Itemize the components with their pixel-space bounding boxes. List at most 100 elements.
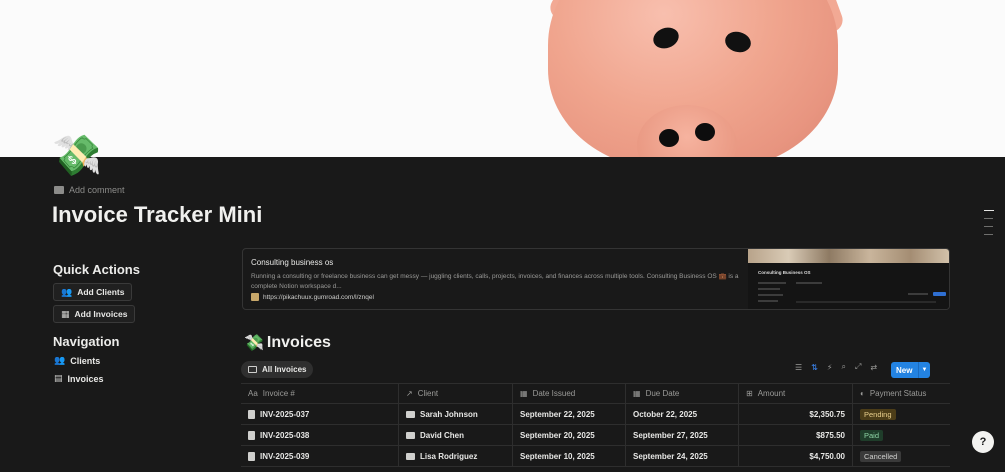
page-icon[interactable]: 💸 — [52, 132, 102, 180]
nav-item-clients[interactable]: 👥 Clients — [54, 355, 100, 366]
sort-icon[interactable]: ⇅ — [811, 363, 818, 372]
people-icon: 👥 — [54, 355, 66, 365]
client-name: Lisa Rodriguez — [420, 451, 478, 461]
database-title-text: Invoices — [266, 334, 331, 351]
add-invoices-button[interactable]: ▦ Add Invoices — [53, 305, 136, 323]
invoice-cell[interactable]: INV-2025-039 — [241, 446, 399, 466]
database-title[interactable]: 💸 Invoices — [244, 333, 331, 353]
view-tab-label: All Invoices — [262, 365, 307, 374]
bookmark-card[interactable]: Consulting business os Running a consult… — [242, 248, 950, 310]
client-cell[interactable]: Sarah Johnson — [399, 404, 513, 424]
preview-line — [908, 293, 928, 295]
preview-line — [758, 288, 780, 290]
invoice-cell[interactable]: INV-2025-038 — [241, 425, 399, 445]
table-row[interactable]: INV-2025-038 David Chen September 20, 20… — [241, 425, 950, 446]
client-name: David Chen — [420, 430, 465, 440]
invoices-table: Aa Invoice # ↗ Client ▦ Date Issued ▦ Due Da… — [241, 383, 950, 467]
chevron-down-icon[interactable]: ▼ — [918, 362, 930, 378]
column-header-label: Client — [417, 389, 439, 398]
new-button[interactable]: New ▼ — [891, 362, 930, 378]
status-badge: Cancelled — [860, 450, 902, 462]
column-header-label: Amount — [757, 389, 786, 398]
status-property-icon: ◐ — [860, 389, 865, 398]
date-property-icon: ▦ — [520, 389, 528, 398]
nav-item-clients-label: Clients — [70, 355, 101, 366]
date-issued-cell[interactable]: September 20, 2025 — [513, 425, 626, 445]
filter-icon[interactable]: ☰ — [795, 363, 802, 372]
cover-image — [0, 0, 1005, 157]
invoice-number: INV-2025-037 — [260, 409, 310, 419]
add-comment-button[interactable]: Add comment — [54, 185, 125, 195]
people-icon: 👥 — [61, 286, 73, 297]
date-issued-cell[interactable]: September 22, 2025 — [513, 404, 626, 424]
invoice-number: INV-2025-038 — [260, 430, 310, 440]
table-row[interactable]: INV-2025-037 Sarah Johnson September 22,… — [241, 404, 950, 425]
document-icon — [248, 409, 255, 419]
preview-title: Consulting Business OS — [758, 270, 811, 275]
column-header-invoice[interactable]: Aa Invoice # — [241, 384, 399, 403]
pig-nostril — [659, 129, 679, 147]
preview-line — [796, 301, 936, 303]
status-badge: Pending — [860, 408, 896, 420]
add-comment-label: Add comment — [69, 185, 125, 195]
client-cell[interactable]: David Chen — [399, 425, 513, 445]
search-icon[interactable]: ⌕ — [842, 362, 846, 372]
quick-actions-heading: Quick Actions — [53, 262, 140, 277]
invoice-number: INV-2025-039 — [260, 451, 310, 461]
document-icon — [248, 451, 255, 461]
calendar-icon: ▦ — [61, 308, 70, 319]
due-date-cell[interactable]: October 22, 2025 — [626, 404, 739, 424]
table-icon — [248, 366, 257, 373]
table-row[interactable]: INV-2025-039 Lisa Rodriguez September 10… — [241, 446, 950, 467]
preview-line — [758, 300, 778, 302]
status-cell[interactable]: Paid — [853, 425, 950, 445]
text-property-icon: Aa — [248, 389, 258, 398]
client-cell[interactable]: Lisa Rodriguez — [399, 446, 513, 466]
toc-marker[interactable] — [984, 226, 993, 227]
page-title[interactable]: Invoice Tracker Mini — [52, 202, 262, 228]
client-name: Sarah Johnson — [420, 409, 478, 419]
document-icon — [248, 430, 255, 440]
column-header-amount[interactable]: ⊞ Amount — [739, 384, 853, 403]
amount-cell[interactable]: $4,750.00 — [739, 446, 853, 466]
new-button-label: New — [896, 365, 913, 375]
date-issued-cell[interactable]: September 10, 2025 — [513, 446, 626, 466]
settings-icon[interactable]: ⇄ — [870, 363, 877, 372]
number-property-icon: ⊞ — [746, 389, 753, 398]
favicon-icon — [251, 293, 259, 301]
toc-marker[interactable] — [984, 210, 994, 211]
toc-marker[interactable] — [984, 218, 993, 219]
column-header-payment-status[interactable]: ◐ Payment Status — [853, 384, 950, 403]
preview-line — [796, 282, 822, 284]
column-header-label: Invoice # — [262, 389, 295, 398]
database-toolbar: ☰ ⇅ ⚡ ⌕ ⤢ ⇄ — [795, 362, 877, 372]
preview-line — [758, 282, 786, 284]
toc-marker[interactable] — [984, 234, 993, 235]
view-tab-all-invoices[interactable]: All Invoices — [241, 361, 314, 378]
table-of-contents-outline[interactable] — [984, 210, 994, 242]
automation-icon[interactable]: ⚡ — [827, 363, 833, 372]
status-badge: Paid — [860, 429, 884, 441]
nav-item-invoices[interactable]: ▤ Invoices — [54, 373, 104, 384]
bookmark-url-text: https://pikachuux.gumroad.com/l/znqel — [263, 293, 374, 301]
help-button[interactable]: ? — [972, 431, 994, 453]
status-cell[interactable]: Pending — [853, 404, 950, 424]
amount-cell[interactable]: $875.50 — [739, 425, 853, 445]
due-date-cell[interactable]: September 27, 2025 — [626, 425, 739, 445]
expand-icon[interactable]: ⤢ — [855, 362, 861, 372]
due-date-cell[interactable]: September 24, 2025 — [626, 446, 739, 466]
amount-cell[interactable]: $2,350.75 — [739, 404, 853, 424]
briefcase-icon — [406, 452, 415, 460]
column-header-date-issued[interactable]: ▦ Date Issued — [513, 384, 626, 403]
status-cell[interactable]: Cancelled — [853, 446, 950, 466]
invoice-cell[interactable]: INV-2025-037 — [241, 404, 399, 424]
column-header-client[interactable]: ↗ Client — [399, 384, 513, 403]
preview-banner — [748, 249, 949, 263]
briefcase-icon — [406, 431, 415, 439]
bookmark-preview-image: Consulting Business OS — [748, 249, 949, 309]
comment-icon — [54, 186, 64, 194]
add-clients-button[interactable]: 👥 Add Clients — [53, 283, 133, 301]
column-header-due-date[interactable]: ▦ Due Date — [626, 384, 739, 403]
column-header-label: Date Issued — [532, 389, 576, 398]
add-invoices-label: Add Invoices — [74, 309, 128, 319]
